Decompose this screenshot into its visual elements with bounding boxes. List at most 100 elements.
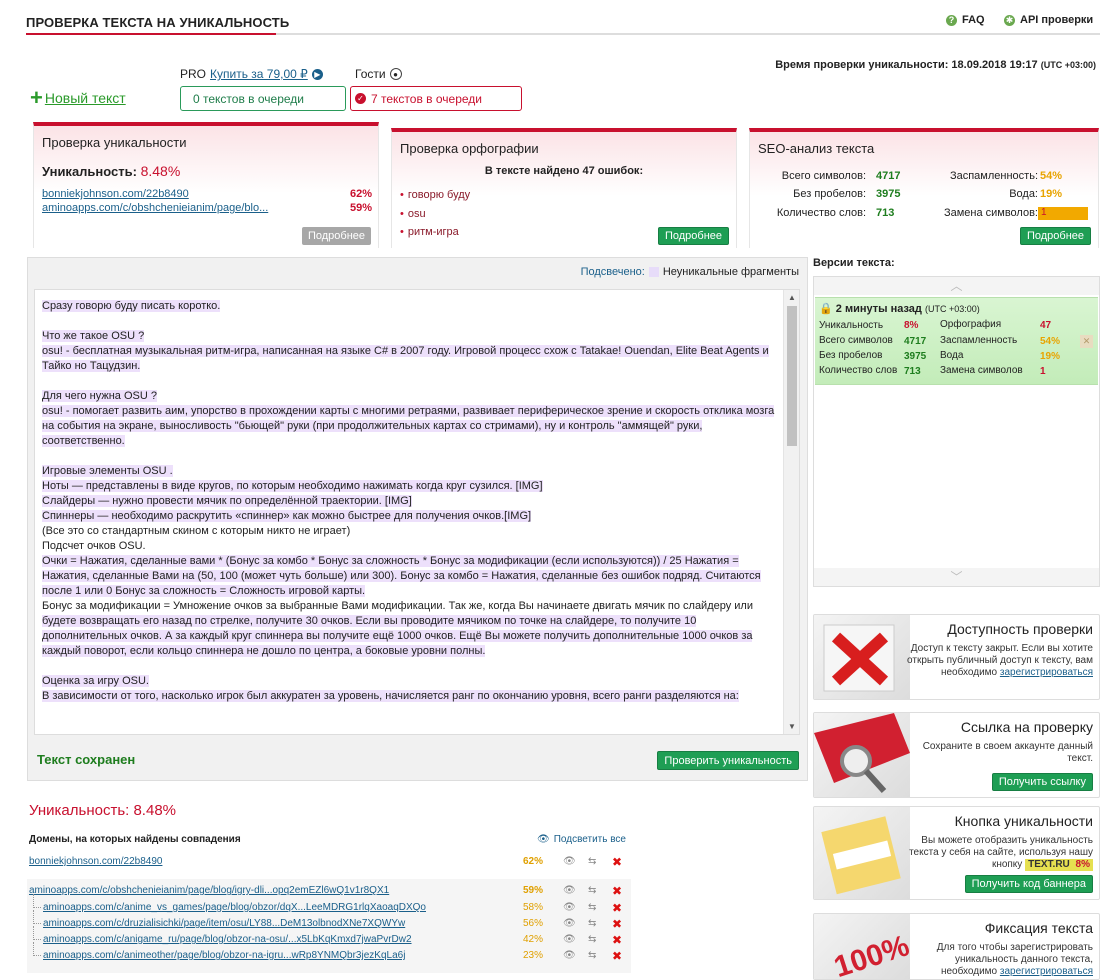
- compare-icon[interactable]: ⇆: [588, 885, 596, 896]
- arrow-right-icon[interactable]: ▶: [311, 68, 323, 80]
- check-time-label: Время проверки уникальности: 18.09.2018 …: [775, 59, 1038, 71]
- delete-icon[interactable]: ✖: [612, 950, 622, 962]
- delete-icon[interactable]: ✖: [612, 934, 622, 946]
- error-icon: ✓: [355, 93, 366, 104]
- text-fragment: Ноты — представлены в виде кругов, по ко…: [42, 480, 543, 492]
- scroll-up-icon[interactable]: ▲: [788, 293, 796, 302]
- new-text-label: Новый текст: [44, 90, 126, 106]
- version-words-value: 713: [904, 366, 921, 377]
- delete-icon[interactable]: ✖: [612, 856, 622, 868]
- delete-icon[interactable]: ✖: [612, 902, 622, 914]
- version-spam-value: 54%: [1040, 336, 1061, 347]
- faq-link[interactable]: ? FAQ: [946, 14, 985, 26]
- scroll-down-icon[interactable]: ▼: [788, 722, 796, 731]
- highlight-legend-label: Подсвечено:: [580, 266, 645, 278]
- result-url[interactable]: aminoapps.com/c/anime_vs_games/page/blog…: [43, 902, 426, 913]
- result-url[interactable]: aminoapps.com/c/druzialisichki/page/item…: [43, 918, 405, 929]
- register-link[interactable]: зарегистрироваться: [1000, 966, 1093, 977]
- guest-queue-status: ✓ 7 текстов в очереди: [350, 86, 522, 111]
- spelling-more-button[interactable]: Подробнее: [657, 227, 729, 245]
- uniqueness-summary: Уникальность: 8.48%: [42, 163, 180, 179]
- share-link-card-title: Ссылка на проверку: [960, 719, 1093, 735]
- spelling-summary: В тексте найдено 47 ошибок:: [484, 165, 644, 177]
- lock-icon: 🔒: [819, 303, 833, 315]
- fixation-card-title: Фиксация текста: [984, 920, 1093, 936]
- get-banner-code-button[interactable]: Получить код баннера: [964, 875, 1093, 893]
- new-text-button[interactable]: + Новый текст: [30, 85, 126, 110]
- chevron-down-icon[interactable]: ﹀: [814, 568, 1099, 586]
- check-time-tz: (UTC +03:00): [1040, 60, 1096, 70]
- chevron-up-icon[interactable]: ︿: [814, 277, 1099, 295]
- text-blank-line: [42, 449, 777, 464]
- eye-icon[interactable]: 👁: [563, 885, 576, 896]
- plus-icon: +: [30, 85, 43, 110]
- result-row: aminoapps.com/c/anigame_ru/page/blog/obz…: [27, 926, 631, 949]
- result-url[interactable]: aminoapps.com/c/animeother/page/blog/obz…: [43, 950, 405, 961]
- version-ortho-label: Орфография: [940, 319, 1002, 330]
- text-fragment: osu! - бесплатная музыкальная ритм-игра,…: [42, 345, 769, 357]
- fixation-card: 100% Фиксация текста Для того чтобы заре…: [813, 913, 1100, 980]
- version-water-label: Вода: [940, 350, 964, 361]
- text-scrollbar[interactable]: ▲ ▼: [783, 290, 799, 734]
- api-link[interactable]: ✱ API проверки: [1004, 14, 1093, 26]
- text-fragment: Оценка за игру OSU.: [42, 675, 149, 687]
- text-line: будете возвращать его назад по стрелке, …: [42, 614, 777, 629]
- version-delete-icon[interactable]: ✕: [1080, 335, 1093, 348]
- eye-icon: 👁: [537, 834, 550, 845]
- version-words-label: Количество слов: [819, 365, 898, 376]
- highlight-swatch: [648, 267, 659, 277]
- check-uniqueness-button[interactable]: Проверить уникальность: [657, 751, 799, 770]
- text-blank-line: [42, 314, 777, 329]
- version-header: 🔒 2 минуты назад (UTC +03:00): [819, 302, 980, 315]
- version-replace-label: Замена символов: [940, 365, 1023, 376]
- svg-text:100%: 100%: [830, 929, 910, 980]
- badge-value: 8%: [1075, 859, 1090, 870]
- register-link[interactable]: зарегистрироваться: [1000, 667, 1093, 678]
- spelling-error-item[interactable]: osu: [400, 208, 426, 220]
- result-url[interactable]: bonniekjohnson.com/22b8490: [29, 856, 162, 867]
- seo-replace-value: 1: [1038, 207, 1088, 220]
- spelling-error-item[interactable]: говорю буду: [400, 189, 470, 201]
- buy-pro-link[interactable]: Купить за 79,00 ₽: [210, 67, 308, 81]
- eye-icon[interactable]: 👁: [563, 918, 576, 929]
- text-content[interactable]: Сразу говорю буду писать коротко. Что же …: [42, 299, 777, 704]
- compare-icon[interactable]: ⇆: [588, 902, 596, 913]
- highlight-all-link[interactable]: 👁 Подсветить все: [537, 834, 626, 845]
- delete-icon[interactable]: ✖: [612, 885, 622, 897]
- text-area[interactable]: Сразу говорю буду писать коротко. Что же …: [34, 289, 800, 735]
- text-line: osu! - помогает развить аим, упорство в …: [42, 404, 777, 419]
- text-fragment: Бонус за модификации = Умножение очков з…: [42, 600, 753, 612]
- saved-status: Текст сохранен: [37, 752, 136, 767]
- source-row: aminoapps.com/c/obshchenieianim/page/blo…: [42, 202, 372, 214]
- text-fragment: osu! - помогает развить аим, упорство в …: [42, 405, 775, 417]
- compare-icon[interactable]: ⇆: [588, 950, 596, 961]
- source-link[interactable]: aminoapps.com/c/obshchenieianim/page/blo…: [42, 202, 268, 214]
- result-url[interactable]: aminoapps.com/c/anigame_ru/page/blog/obz…: [43, 934, 412, 945]
- compare-icon[interactable]: ⇆: [588, 934, 596, 945]
- delete-icon[interactable]: ✖: [612, 918, 622, 930]
- get-link-button[interactable]: Получить ссылку: [991, 773, 1093, 791]
- tree-branch: [33, 910, 41, 924]
- eye-icon[interactable]: 👁: [563, 950, 576, 961]
- seo-more-button[interactable]: Подробнее: [1019, 227, 1091, 245]
- compare-icon[interactable]: ⇆: [588, 856, 596, 867]
- uniqueness-panel-title: Проверка уникальности: [42, 135, 187, 150]
- eye-icon[interactable]: 👁: [563, 902, 576, 913]
- version-item[interactable]: 🔒 2 минуты назад (UTC +03:00) Уникальнос…: [815, 297, 1098, 385]
- text-line: Бонус за модификации = Умножение очков з…: [42, 599, 777, 614]
- result-percent: 59%: [523, 885, 544, 896]
- text-line: Спиннеры — необходимо раскрутить «спинне…: [42, 509, 777, 524]
- source-link[interactable]: bonniekjohnson.com/22b8490: [42, 188, 189, 200]
- result-url[interactable]: aminoapps.com/c/obshchenieianim/page/blo…: [29, 885, 389, 896]
- compare-icon[interactable]: ⇆: [588, 918, 596, 929]
- uniqueness-more-button[interactable]: Подробнее: [301, 227, 371, 245]
- spelling-error-item[interactable]: ритм-игра: [400, 226, 459, 238]
- uniqueness-label: Уникальность:: [42, 164, 137, 179]
- seo-spam-value: 54%: [1040, 170, 1063, 182]
- scrollbar-thumb[interactable]: [787, 306, 797, 446]
- access-closed-illustration: [814, 615, 910, 699]
- text-fragment: Игровые элементы OSU .: [42, 465, 173, 477]
- result-percent: 56%: [523, 918, 544, 929]
- eye-icon[interactable]: 👁: [563, 934, 576, 945]
- eye-icon[interactable]: 👁: [563, 856, 576, 867]
